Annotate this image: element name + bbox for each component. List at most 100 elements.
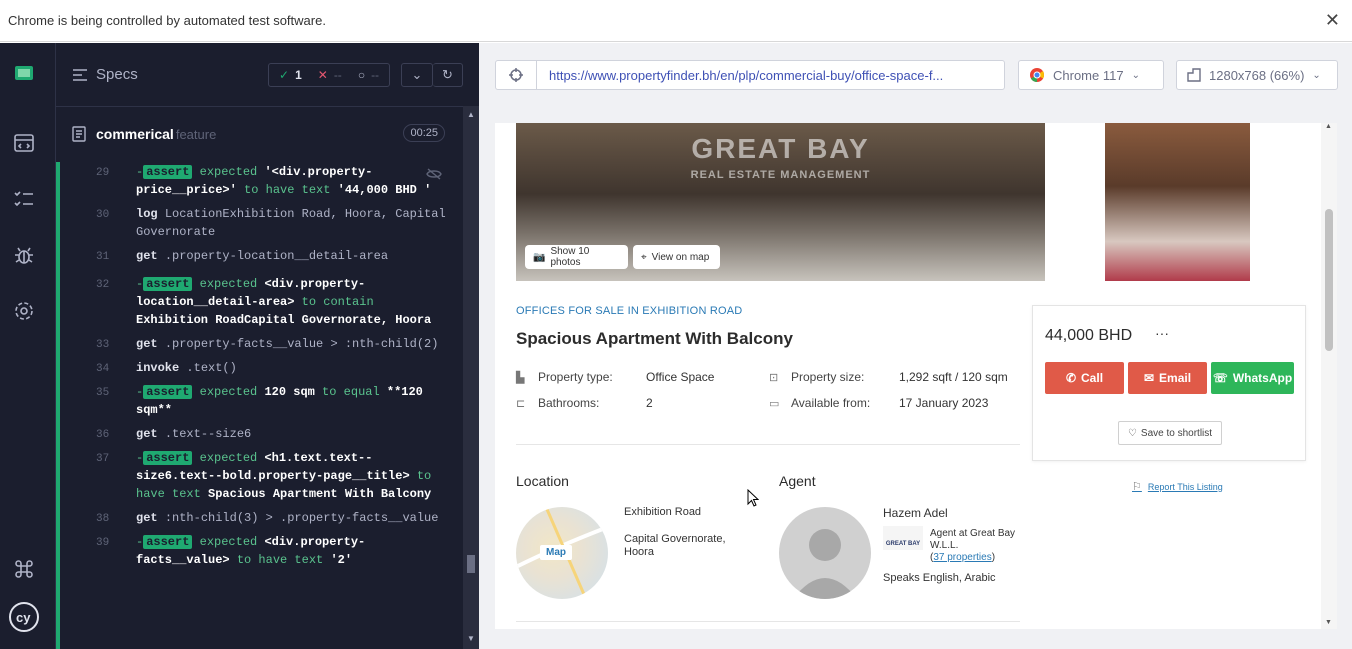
assert-badge: - assert [136, 165, 200, 179]
command-number: 38 [96, 513, 110, 525]
selector-playground-icon[interactable] [495, 60, 537, 90]
agent-properties-link[interactable]: 37 properties [933, 552, 991, 563]
command-row[interactable]: 39- assert expected <div.property-facts__… [60, 533, 463, 569]
aut-scroll-thumb[interactable] [1325, 209, 1333, 351]
report-label: Report This Listing [1147, 481, 1223, 492]
command-message: .property-facts__value > :nth-child(2) [164, 337, 439, 351]
assert-part: Exhibition RoadCapital Governorate, Hoor… [136, 313, 432, 327]
listing-breadcrumb[interactable]: OFFICES FOR SALE IN EXHIBITION ROAD [516, 305, 742, 317]
bathtub-icon: ⊏ [516, 398, 526, 410]
whatsapp-button[interactable]: ☏ WhatsApp [1211, 362, 1294, 394]
specs-list-icon[interactable] [72, 68, 88, 82]
view-on-map-button[interactable]: ⌖ View on map [633, 245, 720, 269]
assert-part: to equal [314, 385, 387, 399]
passed-icon: ✓ [279, 68, 290, 82]
aut-url-bar[interactable]: https://www.propertyfinder.bh/en/plp/com… [536, 60, 1005, 90]
divider [516, 444, 1020, 445]
show-photos-button[interactable]: 📷 Show 10 photos [525, 245, 628, 269]
calendar-icon: ▭ [769, 398, 780, 410]
assert-part: Spacious Apartment With Balcony [208, 487, 432, 501]
flag-icon: ⚐ [1132, 481, 1142, 493]
specs-nav-icon[interactable] [12, 131, 36, 155]
command-row[interactable]: 36 get .text--size6 [60, 425, 463, 443]
settings-nav-icon[interactable] [12, 299, 36, 323]
chevron-down-icon[interactable]: ⌄ [401, 63, 433, 87]
browser-name: Chrome 117 [1053, 67, 1124, 83]
call-button[interactable]: ✆ Call [1045, 362, 1124, 394]
browser-selector[interactable]: Chrome 117 ⌄ [1018, 60, 1164, 90]
command-message: .property-location__detail-area [164, 249, 389, 263]
view-on-map-label: View on map [651, 251, 710, 263]
more-options-icon[interactable]: ··· [1155, 325, 1169, 341]
map-label: Map [540, 545, 572, 560]
command-row[interactable]: 33 get .property-facts__value > :nth-chil… [60, 335, 463, 353]
fact-label: Property size: [791, 370, 865, 384]
reporter-scroll-thumb[interactable] [467, 555, 475, 573]
email-button[interactable]: ✉ Email [1128, 362, 1207, 394]
agency-logo[interactable]: GREAT BAY [883, 526, 923, 550]
location-map-thumbnail[interactable]: Map [516, 507, 608, 599]
file-icon [72, 126, 86, 142]
svg-text:cy: cy [16, 610, 31, 625]
pending-icon: ○ [357, 68, 366, 82]
runs-nav-icon[interactable] [12, 187, 36, 211]
test-stats: ✓ 1 ✕ -- ○ -- [268, 63, 390, 87]
agent-avatar[interactable] [779, 507, 871, 599]
listing-side-photo[interactable] [1105, 123, 1250, 281]
viewport-icon [1187, 68, 1201, 82]
passed-count: 1 [295, 68, 302, 82]
command-number: 37 [96, 453, 110, 465]
watermark-subtitle: REAL ESTATE MANAGEMENT [690, 169, 871, 181]
command-row[interactable]: 35- assert expected 120 sqm to equal **12… [60, 383, 463, 419]
command-row[interactable]: 29- assert expected '<div.property-price_… [60, 163, 463, 199]
agent-name[interactable]: Hazem Adel [883, 506, 948, 520]
project-icon[interactable] [12, 63, 36, 87]
failed-icon: ✕ [317, 68, 328, 82]
assert-badge: - assert [136, 451, 200, 465]
agent-languages: Speaks English, Arabic [883, 572, 996, 584]
command-message: :nth-child(3) > .property-facts__value [164, 511, 439, 525]
command-number: 33 [96, 339, 110, 351]
viewport-selector[interactable]: 1280x768 (66%) ⌄ [1176, 60, 1338, 90]
agency-logo-text: GREAT BAY [885, 541, 921, 547]
assert-badge: - assert [136, 535, 200, 549]
command-row[interactable]: 30 log LocationExhibition Road, Hoora, Ca… [60, 205, 463, 241]
command-number: 29 [96, 167, 110, 179]
debug-nav-icon[interactable] [12, 243, 36, 267]
listing-main-photo[interactable]: GREAT BAY REAL ESTATE MANAGEMENT 📷 Show … [516, 123, 1045, 281]
save-to-shortlist-button[interactable]: ♡ Save to shortlist [1118, 421, 1222, 445]
keyboard-shortcuts-icon[interactable] [12, 557, 36, 581]
aut-scrollbar[interactable]: ▲ ▼ [1321, 123, 1337, 629]
assert-part: '44,000 BHD ' [337, 183, 432, 197]
command-row[interactable]: 32- assert expected <div.property-locatio… [60, 275, 463, 329]
close-icon[interactable]: ✕ [1325, 10, 1340, 31]
eye-slash-icon[interactable] [426, 167, 442, 181]
report-listing-link[interactable]: ⚐ Report This Listing [1132, 480, 1223, 493]
fact-available-from: ▭ Available from: 17 January 2023 [769, 396, 988, 410]
aut-url[interactable]: https://www.propertyfinder.bh/en/plp/com… [537, 68, 997, 83]
person-silhouette-icon [793, 529, 857, 599]
specs-label[interactable]: Specs [96, 66, 138, 83]
command-row[interactable]: 31 get .property-location__detail-area [60, 247, 463, 265]
command-number: 31 [96, 251, 110, 263]
command-number: 30 [96, 209, 110, 221]
command-name: invoke [136, 361, 187, 375]
listing-title: Spacious Apartment With Balcony [516, 329, 793, 348]
command-number: 32 [96, 279, 110, 291]
agent-heading: Agent [779, 473, 816, 489]
spec-file-kind: feature [175, 126, 217, 142]
command-row[interactable]: 34 invoke .text() [60, 359, 463, 377]
command-name: log [136, 207, 165, 221]
automation-banner-text: Chrome is being controlled by automated … [8, 13, 326, 28]
assert-part: expected [199, 277, 265, 291]
fact-property-type: ▙ Property type: Office Space [516, 370, 714, 384]
command-row[interactable]: 38 get :nth-child(3) > .property-facts__v… [60, 509, 463, 527]
fact-label: Bathrooms: [538, 396, 600, 410]
envelope-icon: ✉ [1143, 371, 1155, 385]
command-row[interactable]: 37- assert expected <h1.text.text--size6.… [60, 449, 463, 503]
divider [516, 621, 1020, 622]
location-heading: Location [516, 473, 569, 489]
call-label: Call [1081, 371, 1104, 385]
command-number: 36 [96, 429, 110, 441]
rerun-icon[interactable]: ↻ [433, 63, 463, 87]
